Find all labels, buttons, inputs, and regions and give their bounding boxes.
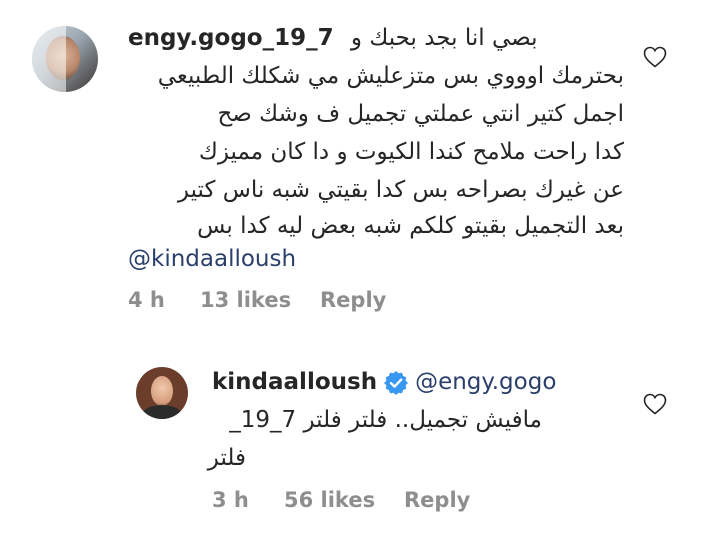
commenter-avatar[interactable] <box>32 26 98 92</box>
avatar-face <box>151 376 173 406</box>
comment-1-mention-link[interactable]: @kindaalloush <box>128 243 296 275</box>
comment-2-likes-link[interactable]: 56 likes <box>284 488 375 512</box>
comment-1-timestamp: 4 h <box>128 288 165 312</box>
heart-outline-icon[interactable] <box>643 46 667 68</box>
comment-1-text-line: بعد التجميل بقيتو كلكم شبه بعض ليه كدا ب… <box>197 213 624 239</box>
comment-1-likes-link[interactable]: 13 likes <box>200 288 291 312</box>
comment-1-reply-button[interactable]: Reply <box>320 288 386 312</box>
avatar-body <box>142 405 182 419</box>
comment-1-first-line: engy.gogo_19_7 بصي انا بجد بحبك و <box>128 22 537 54</box>
comment-1-username[interactable]: engy.gogo_19_7 <box>128 25 334 51</box>
comment-2-reply-button[interactable]: Reply <box>404 488 470 512</box>
comment-1-text-line: اجمل كتير انتي عملتي تجميل ف وشك صح <box>217 101 624 127</box>
comment-2-header: kindaalloush @engy.gogo <box>212 366 556 398</box>
avatar-veil <box>32 26 66 92</box>
comment-2-timestamp: 3 h <box>212 488 249 512</box>
comment-2-text-line: فلتر <box>207 445 246 471</box>
comment-2-username[interactable]: kindaalloush <box>212 369 377 395</box>
comment-2-mention-link[interactable]: @engy.gogo <box>415 369 556 395</box>
comment-1-text-line: عن غيرك بصراحه بس كدا بقيتي شبه ناس كتير <box>177 177 624 203</box>
comment-1-text-line: بصي انا بجد بحبك و <box>350 25 538 51</box>
comment-1-text-line: بحترمك اوووي بس متزعليش مي شكلك الطبيعي <box>157 63 624 89</box>
comment-2-text-line: مافيش تجميل.. فلتر فلتر 7_19_ <box>229 407 542 433</box>
verified-badge-icon <box>384 370 409 395</box>
heart-outline-icon[interactable] <box>643 393 667 415</box>
reply-avatar[interactable] <box>136 367 188 419</box>
comment-1-text-line: كدا راحت ملامح كندا الكيوت و دا كان مميز… <box>198 139 624 165</box>
